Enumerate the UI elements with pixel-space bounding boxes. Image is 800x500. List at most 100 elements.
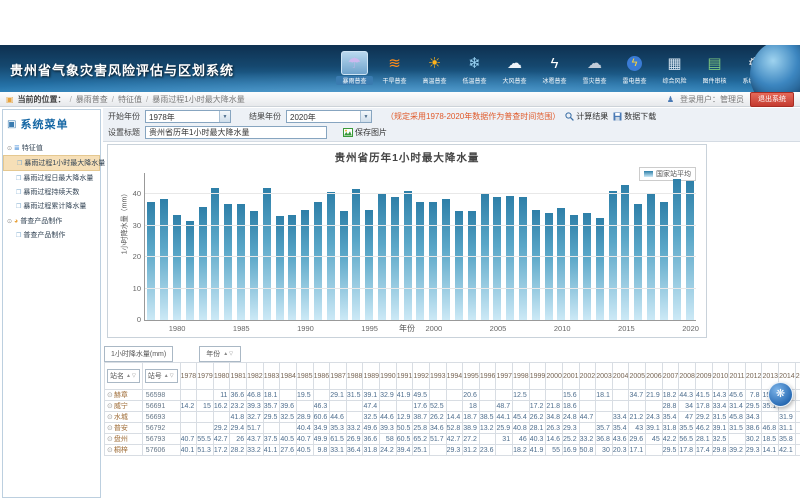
station-radio[interactable]: ⊙	[107, 436, 113, 443]
year-column-header[interactable]: 1979	[197, 363, 214, 390]
value-cell: 16.2	[213, 401, 230, 412]
end-year-select[interactable]: 2020年 ▼	[286, 110, 372, 123]
floating-widget-button[interactable]: ❋	[768, 382, 793, 407]
year-column-header[interactable]: 1990	[380, 363, 397, 390]
tree-item[interactable]: ❐暴雨过程日最大降水量	[3, 171, 100, 185]
year-column-header[interactable]: 1985	[296, 363, 313, 390]
bar-2005	[493, 197, 501, 320]
year-column-header[interactable]: 2005	[629, 363, 646, 390]
station-radio[interactable]: ⊙	[107, 392, 113, 399]
save-image-button[interactable]: 保存图片	[343, 127, 387, 138]
station-radio[interactable]: ⊙	[107, 425, 113, 432]
nav-drought-survey[interactable]: ≋干旱普查	[376, 51, 413, 85]
year-column-header[interactable]: 1981	[230, 363, 247, 390]
tree-group-2[interactable]: ⊙◕普查产品制作	[3, 213, 100, 228]
year-column-header[interactable]: 1999	[529, 363, 546, 390]
year-sort-control[interactable]: 年份 ▲▽	[199, 346, 241, 362]
tree-item[interactable]: ❐普查产品制作	[3, 228, 100, 242]
year-column-header[interactable]: 2012	[745, 363, 762, 390]
value-cell: 52.5	[429, 401, 446, 412]
year-column-header[interactable]: 1978	[180, 363, 197, 390]
sort-arrows-icon[interactable]: ▲▽	[126, 373, 137, 379]
nav-wind-survey[interactable]: ☁大风普查	[496, 51, 533, 85]
year-column-header[interactable]: 2015	[795, 363, 800, 390]
nav-low-temp-survey[interactable]: ❄低温普查	[456, 51, 493, 85]
year-column-header[interactable]: 2002	[579, 363, 596, 390]
year-column-header[interactable]: 1982	[247, 363, 264, 390]
expander-icon[interactable]: ⊙	[7, 145, 12, 152]
nav-snow-disaster-survey[interactable]: ☁雪灾普查	[576, 51, 613, 85]
year-column-header[interactable]: 1992	[413, 363, 430, 390]
year-column-header[interactable]: 1987	[330, 363, 347, 390]
value-cell: 28.1	[529, 423, 546, 434]
expander-icon[interactable]: ⊙	[7, 218, 12, 225]
sort-arrows-icon[interactable]: ▲▽	[164, 373, 175, 379]
year-column-header[interactable]: 1983	[263, 363, 280, 390]
logout-button[interactable]: 退出系统	[750, 92, 794, 107]
year-column-header[interactable]: 2011	[729, 363, 746, 390]
value-cell	[579, 423, 596, 434]
chart-title-input[interactable]	[145, 126, 327, 139]
station-name-header[interactable]: 站名▲▽	[105, 363, 143, 390]
station-id-cell: 56792	[142, 423, 180, 434]
nav-rainstorm-survey[interactable]: ☂暴雨普查	[336, 51, 373, 85]
breadcrumb-item-2[interactable]: 特征值	[118, 94, 142, 105]
value-cell: 39.2	[729, 445, 746, 456]
station-name-header-sortbox[interactable]: 站名▲▽	[107, 369, 140, 383]
year-column-header[interactable]: 2010	[712, 363, 729, 390]
data-download-button[interactable]: 数据下载	[613, 111, 656, 122]
tree-item[interactable]: ❐暴雨过程持续天数	[3, 185, 100, 199]
nav-composite-risk[interactable]: ▦综合风险	[656, 51, 693, 85]
station-id-header[interactable]: 站号▲▽	[142, 363, 180, 390]
year-column-header[interactable]: 2007	[662, 363, 679, 390]
year-column-header[interactable]: 1995	[463, 363, 480, 390]
value-cell: 33.1	[330, 445, 347, 456]
station-radio[interactable]: ⊙	[107, 403, 113, 410]
nav-hail-survey[interactable]: ϟ冰雹普查	[536, 51, 573, 85]
start-year-select[interactable]: 1978年 ▼	[145, 110, 231, 123]
year-column-header[interactable]: 2009	[695, 363, 712, 390]
nav-lightning-survey[interactable]: ϟ雷电普查	[616, 51, 653, 85]
year-column-header[interactable]: 1993	[429, 363, 446, 390]
nav-high-temp-survey[interactable]: ☀高温普查	[416, 51, 453, 85]
lightning-icon: ϟ	[621, 51, 648, 75]
bar-1990	[301, 210, 309, 320]
year-column-header[interactable]: 2000	[546, 363, 563, 390]
year-column-header[interactable]: 1996	[479, 363, 496, 390]
chevron-down-icon[interactable]: ▼	[360, 111, 371, 122]
year-column-header[interactable]: 1997	[496, 363, 513, 390]
year-column-header[interactable]: 1986	[313, 363, 330, 390]
tree-item[interactable]: ❐暴雨过程累计降水量	[3, 199, 100, 213]
year-column-header[interactable]: 2006	[646, 363, 663, 390]
value-cell: 26.2	[529, 412, 546, 423]
value-cell: 28.9	[296, 412, 313, 423]
year-column-header[interactable]: 1994	[446, 363, 463, 390]
station-id-header-sortbox[interactable]: 站号▲▽	[145, 369, 178, 383]
chevron-down-icon[interactable]: ▼	[219, 111, 230, 122]
value-type-filter[interactable]: 1小时降水量(mm)	[104, 346, 173, 362]
sort-arrows-icon[interactable]: ▲▽	[223, 351, 234, 357]
year-column-header[interactable]: 2003	[596, 363, 613, 390]
year-column-header[interactable]: 2001	[562, 363, 579, 390]
year-column-header[interactable]: 1991	[396, 363, 413, 390]
year-column-header[interactable]: 2004	[612, 363, 629, 390]
nav-map-review[interactable]: ▤图件审核	[696, 51, 733, 85]
breadcrumb-item-3[interactable]: 暴雨过程1小时最大降水量	[152, 94, 244, 105]
breadcrumb-item-1[interactable]: 暴雨普查	[76, 94, 108, 105]
year-column-header[interactable]: 1988	[346, 363, 363, 390]
calc-result-button[interactable]: 计算结果	[565, 111, 608, 122]
year-column-header[interactable]: 1989	[363, 363, 380, 390]
year-column-header[interactable]: 1980	[213, 363, 230, 390]
tree-group-1[interactable]: ⊙≣特征值	[3, 140, 100, 155]
year-column-header[interactable]: 2008	[679, 363, 696, 390]
year-column-header[interactable]: 1998	[513, 363, 530, 390]
value-cell: 29.2	[213, 423, 230, 434]
station-radio[interactable]: ⊙	[107, 447, 113, 454]
value-cell: 33.2	[346, 423, 363, 434]
tree-item[interactable]: ❐暴雨过程1小时最大降水量	[3, 155, 100, 171]
value-cell: 32.7	[247, 412, 264, 423]
year-column-header[interactable]: 1984	[280, 363, 297, 390]
station-radio[interactable]: ⊙	[107, 414, 113, 421]
value-cell: 51.7	[247, 423, 264, 434]
value-cell: 45.6	[729, 390, 746, 401]
